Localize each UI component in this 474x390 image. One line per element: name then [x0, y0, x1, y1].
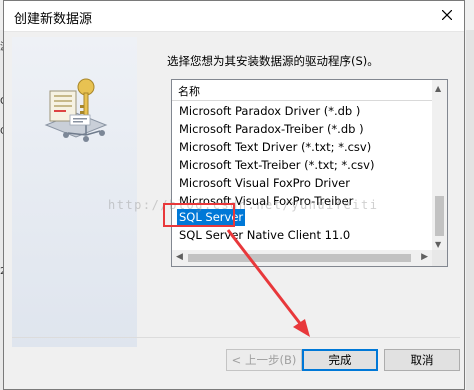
driver-item[interactable]: Microsoft Visual FoxPro Driver — [177, 175, 352, 192]
title-bar: 创建新数据源 — [4, 1, 464, 32]
button-divider — [12, 337, 460, 338]
cancel-button[interactable]: 取消 — [384, 349, 460, 371]
watermark-text: http://blog.csdn.net/yuhuifeiti — [108, 198, 379, 212]
scroll-right-icon[interactable]: ▶ — [421, 252, 428, 262]
dialog-title: 创建新数据源 — [14, 12, 93, 27]
driver-prompt: 选择您想为其安装数据源的驱动程序(S)。 — [167, 54, 379, 68]
database-driver-icon — [44, 78, 108, 142]
driver-item[interactable]: SQL Server Native Client 11.0 — [177, 227, 352, 244]
scroll-down-icon[interactable]: ▼ — [435, 240, 441, 249]
wizard-illustration — [12, 37, 137, 347]
driver-item[interactable]: Microsoft Text Driver (*.txt; *.csv) — [177, 139, 373, 156]
finish-button[interactable]: 完成 — [302, 349, 378, 371]
driver-item[interactable]: Microsoft Text-Treiber (*.txt; *.csv) — [177, 157, 376, 174]
annotation-highlight-box — [163, 203, 235, 227]
vertical-scroll-thumb[interactable] — [435, 196, 444, 236]
close-button[interactable] — [434, 4, 460, 26]
background-window-edge-right — [466, 30, 474, 390]
close-icon — [442, 10, 452, 20]
vertical-scrollbar[interactable]: ▲ ▼ — [432, 80, 447, 251]
scrollbar-corner — [432, 250, 447, 266]
horizontal-scrollbar[interactable]: ◀ ▶ — [172, 250, 447, 266]
driver-listbox[interactable]: 名称 Microsoft Paradox Driver (*.db ) Micr… — [171, 79, 448, 267]
column-header-label: 名称 — [178, 85, 200, 98]
create-data-source-dialog: 创建新数据源 选择您想为其安装数据源的驱动程序(S)。 名称 Microsoft… — [3, 0, 465, 390]
horizontal-scroll-thumb[interactable] — [188, 254, 411, 262]
scroll-up-icon[interactable]: ▲ — [435, 84, 441, 93]
column-header-name[interactable]: 名称 — [172, 80, 434, 101]
back-button[interactable]: < 上一步(B) — [226, 349, 302, 371]
driver-item[interactable]: Microsoft Paradox-Treiber (*.db ) — [177, 121, 366, 138]
scroll-left-icon[interactable]: ◀ — [176, 252, 183, 262]
driver-item[interactable]: Microsoft Paradox Driver (*.db ) — [177, 103, 362, 120]
